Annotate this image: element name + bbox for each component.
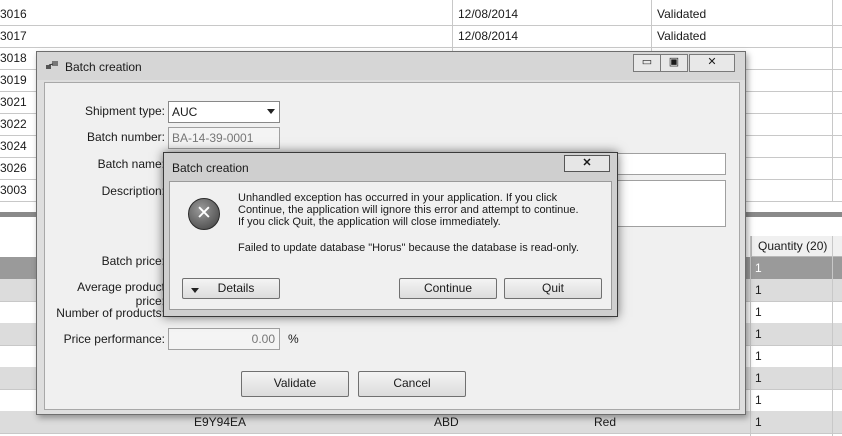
batch-price-label: Batch price:: [101, 254, 165, 268]
maximize-icon: ▣: [668, 56, 680, 68]
dialog-title: Batch creation: [172, 161, 249, 175]
row-id: 3003: [0, 183, 27, 197]
details-label: Details: [217, 281, 255, 295]
row-id: 3019: [0, 73, 27, 87]
number-of-products-label: Number of products:: [56, 306, 165, 320]
row-id: 3022: [0, 117, 27, 131]
percent-unit: %: [288, 332, 299, 346]
column-divider: [750, 236, 751, 436]
product-brand: ABD: [434, 415, 459, 429]
network-icon: [46, 61, 58, 69]
error-message: Unhandled exception has occurred in your…: [238, 192, 608, 228]
row-id: 3018: [0, 51, 27, 65]
error-message-line: Continue, the application will ignore th…: [238, 204, 579, 216]
row-id: 3017: [0, 29, 27, 43]
close-icon: ✕: [707, 56, 717, 68]
row-status: Validated: [657, 7, 707, 21]
error-message-line: If you click Quit, the application will …: [238, 216, 501, 228]
price-performance-field[interactable]: 0.00: [168, 328, 280, 350]
quantity-cell: 1: [755, 327, 762, 341]
close-button[interactable]: ✕: [689, 54, 735, 72]
average-price-label: Average product price:: [77, 280, 165, 308]
batch-number-label: Batch number:: [86, 130, 165, 144]
shipment-type-label: Shipment type:: [84, 104, 165, 118]
error-detail: Failed to update database "Horus" becaus…: [238, 242, 579, 254]
error-message-line: Unhandled exception has occurred in your…: [238, 192, 558, 204]
batch-number-field[interactable]: BA-14-39-0001: [168, 127, 280, 149]
cancel-button[interactable]: Cancel: [358, 371, 466, 397]
dialog-close-button[interactable]: ✕: [564, 155, 610, 172]
quantity-cell: 1: [755, 283, 762, 297]
quit-button[interactable]: Quit: [504, 278, 602, 299]
details-button[interactable]: Details: [182, 278, 280, 299]
row-id: 3016: [0, 7, 27, 21]
batch-number-value: BA-14-39-0001: [172, 131, 254, 145]
quantity-cell: 1: [755, 261, 762, 275]
error-dialog: Batch creation ✕ ✕ Unhandled exception h…: [163, 152, 618, 317]
price-performance-value: 0.00: [251, 332, 275, 346]
maximize-button[interactable]: ▣: [660, 54, 688, 72]
quantity-cell: 1: [755, 393, 762, 407]
window-titlebar[interactable]: Batch creation ▭ ▣ ✕: [37, 52, 745, 80]
minimize-button[interactable]: ▭: [633, 54, 661, 72]
quantity-cell: 1: [755, 305, 762, 319]
table-row[interactable]: 3017 12/08/2014 Validated: [0, 25, 842, 48]
chevron-down-icon: [267, 109, 275, 114]
row-status: Validated: [657, 29, 707, 43]
batch-name-label: Batch name:: [97, 157, 165, 171]
description-label: Description:: [101, 184, 165, 198]
quantity-cell: 1: [755, 415, 762, 429]
product-color: Red: [594, 415, 617, 429]
quantity-cell: 1: [755, 371, 762, 385]
table-row[interactable]: 3016 12/08/2014 Validated: [0, 3, 842, 26]
column-divider: [832, 0, 833, 202]
quantity-cell: 1: [755, 349, 762, 363]
dialog-content: ✕ Unhandled exception has occurred in yo…: [169, 181, 612, 310]
window-title: Batch creation: [65, 60, 142, 74]
column-divider: [832, 236, 833, 436]
row-date: 12/08/2014: [458, 29, 519, 43]
row-date: 12/08/2014: [458, 7, 519, 21]
chevron-down-icon: [191, 288, 199, 293]
close-icon: ✕: [582, 157, 592, 169]
price-performance-label: Price performance:: [63, 332, 165, 346]
validate-button[interactable]: Validate: [241, 371, 349, 397]
shipment-type-value: AUC: [172, 105, 198, 119]
quantity-column-header[interactable]: Quantity (20): [751, 236, 842, 257]
minimize-icon: ▭: [641, 56, 653, 68]
product-code: E9Y94EA: [194, 415, 247, 429]
window-controls: ▭ ▣ ✕: [633, 54, 737, 72]
row-id: 3026: [0, 161, 27, 175]
shipment-type-select[interactable]: AUC: [168, 101, 280, 123]
row-id: 3024: [0, 139, 27, 153]
quantity-header-label: Quantity (20): [758, 239, 828, 253]
error-icon: ✕: [188, 198, 220, 230]
continue-button[interactable]: Continue: [399, 278, 497, 299]
row-id: 3021: [0, 95, 27, 109]
